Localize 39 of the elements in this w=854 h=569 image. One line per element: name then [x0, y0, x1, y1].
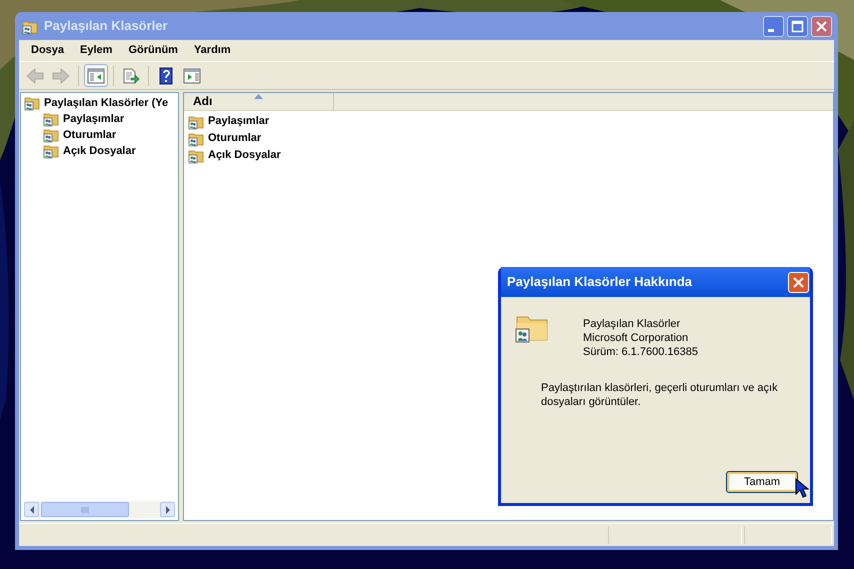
list-item[interactable]: Paylaşımlar [208, 113, 270, 130]
left-arrow-icon [28, 506, 34, 514]
close-icon [792, 276, 805, 288]
tree-pane-icon[interactable] [84, 64, 108, 87]
maximize-icon [791, 20, 804, 32]
menu-item[interactable]: Yardım [186, 42, 239, 59]
shared-folder-icon [43, 143, 59, 159]
tree-item[interactable]: Açık Dosyalar [63, 142, 136, 160]
menu-item[interactable]: Dosya [23, 42, 72, 59]
tree-item[interactable]: Paylaşımlar [63, 110, 124, 128]
horizontal-scrollbar[interactable] [24, 501, 175, 518]
shared-folder-icon [24, 95, 40, 111]
shared-folder-icon [22, 18, 38, 35]
info-text: Sürüm: 6.1.7600.16385 [583, 345, 699, 359]
close-icon [815, 20, 828, 32]
cursor-icon [795, 478, 809, 498]
shared-folder-icon [43, 127, 59, 143]
shared-folder-icon [188, 114, 204, 130]
shared-folder-icon [188, 148, 204, 164]
list-item[interactable]: Oturumlar [208, 130, 262, 147]
shared-folder-icon [188, 130, 204, 146]
tree-item[interactable]: Oturumlar [63, 126, 116, 144]
menu-item[interactable]: Eylem [72, 42, 120, 59]
description-text: Paylaştırılan klasörleri, geçerli oturumları ve açık dosyaları görüntüler. [540, 381, 779, 409]
shared-folder-icon [43, 111, 59, 127]
grip-icon [81, 506, 89, 512]
right-arrow-icon [164, 506, 170, 514]
list-item[interactable]: Açık Dosyalar [208, 147, 281, 164]
menu-item[interactable]: Görünüm [120, 42, 186, 59]
close-button[interactable] [811, 16, 832, 36]
window-title: Paylaşılan Klasörler [44, 17, 168, 36]
maximize-button[interactable] [787, 16, 808, 36]
info-text: Microsoft Corporation [583, 331, 690, 345]
info-text: Paylaşılan Klasörler [583, 317, 682, 331]
dialog-title: Paylaşılan Klasörler Hakkında [507, 273, 692, 292]
minimize-icon [768, 28, 774, 32]
tree-item[interactable]: Paylaşılan Klasörler (Ye [44, 94, 168, 112]
ok-button[interactable]: Tamam [726, 471, 798, 493]
minimize-button[interactable] [763, 16, 784, 36]
